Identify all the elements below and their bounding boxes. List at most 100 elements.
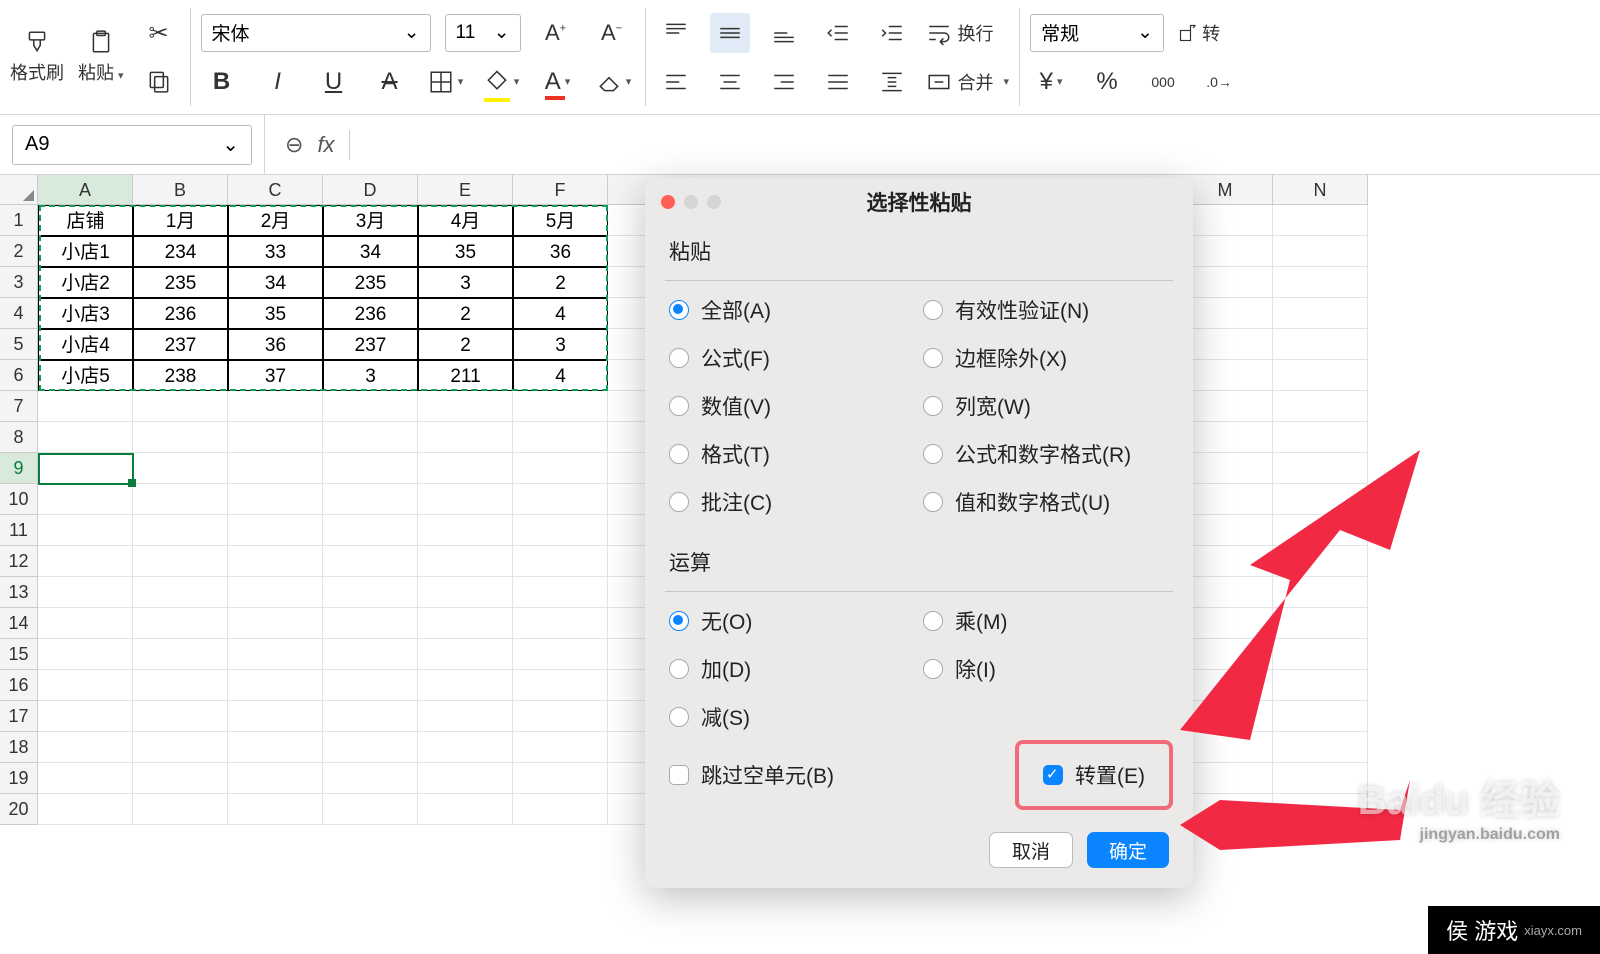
radio-paste-formats[interactable]: 格式(T) bbox=[669, 439, 915, 469]
transpose-shortcut-button[interactable]: 转 bbox=[1178, 12, 1220, 54]
cell[interactable]: 3 bbox=[418, 267, 513, 298]
cell[interactable] bbox=[513, 546, 608, 577]
cell[interactable]: 4 bbox=[513, 298, 608, 329]
row-header[interactable]: 10 bbox=[0, 484, 38, 515]
cell[interactable]: 33 bbox=[228, 236, 323, 267]
radio-op-divide[interactable]: 除(I) bbox=[923, 654, 1169, 684]
cell[interactable] bbox=[513, 422, 608, 453]
cell[interactable] bbox=[38, 453, 133, 484]
cell[interactable]: 小店3 bbox=[38, 298, 133, 329]
currency-button[interactable]: ¥ bbox=[1030, 61, 1072, 103]
cell[interactable] bbox=[133, 670, 228, 701]
radio-paste-col-widths[interactable]: 列宽(W) bbox=[923, 391, 1169, 421]
cell[interactable] bbox=[1273, 670, 1368, 701]
cell[interactable]: 35 bbox=[418, 236, 513, 267]
cell[interactable] bbox=[133, 546, 228, 577]
cell[interactable] bbox=[323, 794, 418, 825]
cell[interactable] bbox=[38, 515, 133, 546]
cell[interactable] bbox=[1273, 422, 1368, 453]
cell[interactable] bbox=[38, 794, 133, 825]
align-center-button[interactable] bbox=[710, 62, 750, 102]
cell[interactable] bbox=[133, 608, 228, 639]
cell[interactable] bbox=[513, 484, 608, 515]
decrease-font-button[interactable]: A− bbox=[591, 12, 633, 54]
cell[interactable] bbox=[1273, 701, 1368, 732]
cell[interactable] bbox=[228, 453, 323, 484]
ok-button[interactable]: 确定 bbox=[1087, 832, 1169, 868]
cell[interactable] bbox=[228, 484, 323, 515]
cell[interactable]: 3 bbox=[323, 360, 418, 391]
cell[interactable] bbox=[133, 422, 228, 453]
cell[interactable] bbox=[323, 515, 418, 546]
cell[interactable] bbox=[323, 391, 418, 422]
cell[interactable]: 3 bbox=[513, 329, 608, 360]
col-header-F[interactable]: F bbox=[513, 175, 608, 205]
cell[interactable] bbox=[1273, 267, 1368, 298]
align-right-button[interactable] bbox=[764, 62, 804, 102]
cell[interactable] bbox=[133, 515, 228, 546]
cell[interactable] bbox=[133, 453, 228, 484]
cell[interactable] bbox=[1273, 484, 1368, 515]
radio-op-multiply[interactable]: 乘(M) bbox=[923, 606, 1169, 636]
radio-paste-except-borders[interactable]: 边框除外(X) bbox=[923, 343, 1169, 373]
cell[interactable] bbox=[513, 515, 608, 546]
align-middle-button[interactable] bbox=[710, 13, 750, 53]
copy-button[interactable] bbox=[138, 60, 180, 102]
cell[interactable] bbox=[323, 422, 418, 453]
cell[interactable] bbox=[228, 546, 323, 577]
radio-paste-all[interactable]: 全部(A) bbox=[669, 295, 915, 325]
increase-indent-button[interactable] bbox=[872, 13, 912, 53]
cell[interactable]: 211 bbox=[418, 360, 513, 391]
cell[interactable]: 小店2 bbox=[38, 267, 133, 298]
cell[interactable] bbox=[513, 732, 608, 763]
row-header[interactable]: 20 bbox=[0, 794, 38, 825]
cell[interactable] bbox=[323, 732, 418, 763]
cell[interactable] bbox=[228, 670, 323, 701]
increase-font-button[interactable]: A+ bbox=[535, 12, 577, 54]
cell[interactable] bbox=[38, 732, 133, 763]
cell[interactable] bbox=[38, 546, 133, 577]
cell[interactable] bbox=[228, 608, 323, 639]
decrease-indent-button[interactable] bbox=[818, 13, 858, 53]
cell[interactable]: 235 bbox=[133, 267, 228, 298]
row-header[interactable]: 12 bbox=[0, 546, 38, 577]
skip-blanks-checkbox[interactable]: 跳过空单元(B) bbox=[645, 740, 858, 810]
cell[interactable] bbox=[418, 670, 513, 701]
paste-button[interactable]: 粘贴 bbox=[78, 29, 124, 85]
cell[interactable] bbox=[1273, 794, 1368, 825]
cell[interactable] bbox=[1273, 236, 1368, 267]
underline-button[interactable]: U bbox=[313, 61, 355, 103]
row-header[interactable]: 13 bbox=[0, 577, 38, 608]
row-header[interactable]: 8 bbox=[0, 422, 38, 453]
cell[interactable] bbox=[228, 794, 323, 825]
cell[interactable] bbox=[513, 608, 608, 639]
cell[interactable]: 2月 bbox=[228, 205, 323, 236]
cell[interactable] bbox=[133, 794, 228, 825]
row-header[interactable]: 6 bbox=[0, 360, 38, 391]
cell[interactable] bbox=[323, 701, 418, 732]
cell[interactable] bbox=[38, 608, 133, 639]
cell[interactable]: 34 bbox=[323, 236, 418, 267]
cell[interactable] bbox=[513, 701, 608, 732]
zoom-icon[interactable]: ⊖ bbox=[285, 132, 303, 158]
cell[interactable]: 2 bbox=[418, 329, 513, 360]
col-header-A[interactable]: A bbox=[38, 175, 133, 205]
cell[interactable] bbox=[38, 763, 133, 794]
merge-cells-button[interactable]: 合并 bbox=[926, 69, 1010, 95]
cell[interactable] bbox=[1273, 639, 1368, 670]
cell[interactable] bbox=[418, 484, 513, 515]
col-header-D[interactable]: D bbox=[323, 175, 418, 205]
cell[interactable] bbox=[38, 422, 133, 453]
cell[interactable] bbox=[133, 484, 228, 515]
font-size-select[interactable]: 11 ⌄ bbox=[445, 14, 521, 52]
cell[interactable]: 4月 bbox=[418, 205, 513, 236]
radio-op-subtract[interactable]: 减(S) bbox=[669, 702, 915, 732]
cell[interactable]: 2 bbox=[513, 267, 608, 298]
row-header[interactable]: 17 bbox=[0, 701, 38, 732]
cell[interactable] bbox=[228, 763, 323, 794]
bold-button[interactable]: B bbox=[201, 61, 243, 103]
cell[interactable] bbox=[228, 732, 323, 763]
number-format-select[interactable]: 常规 ⌄ bbox=[1030, 14, 1164, 52]
cell[interactable] bbox=[38, 484, 133, 515]
cell[interactable] bbox=[228, 515, 323, 546]
